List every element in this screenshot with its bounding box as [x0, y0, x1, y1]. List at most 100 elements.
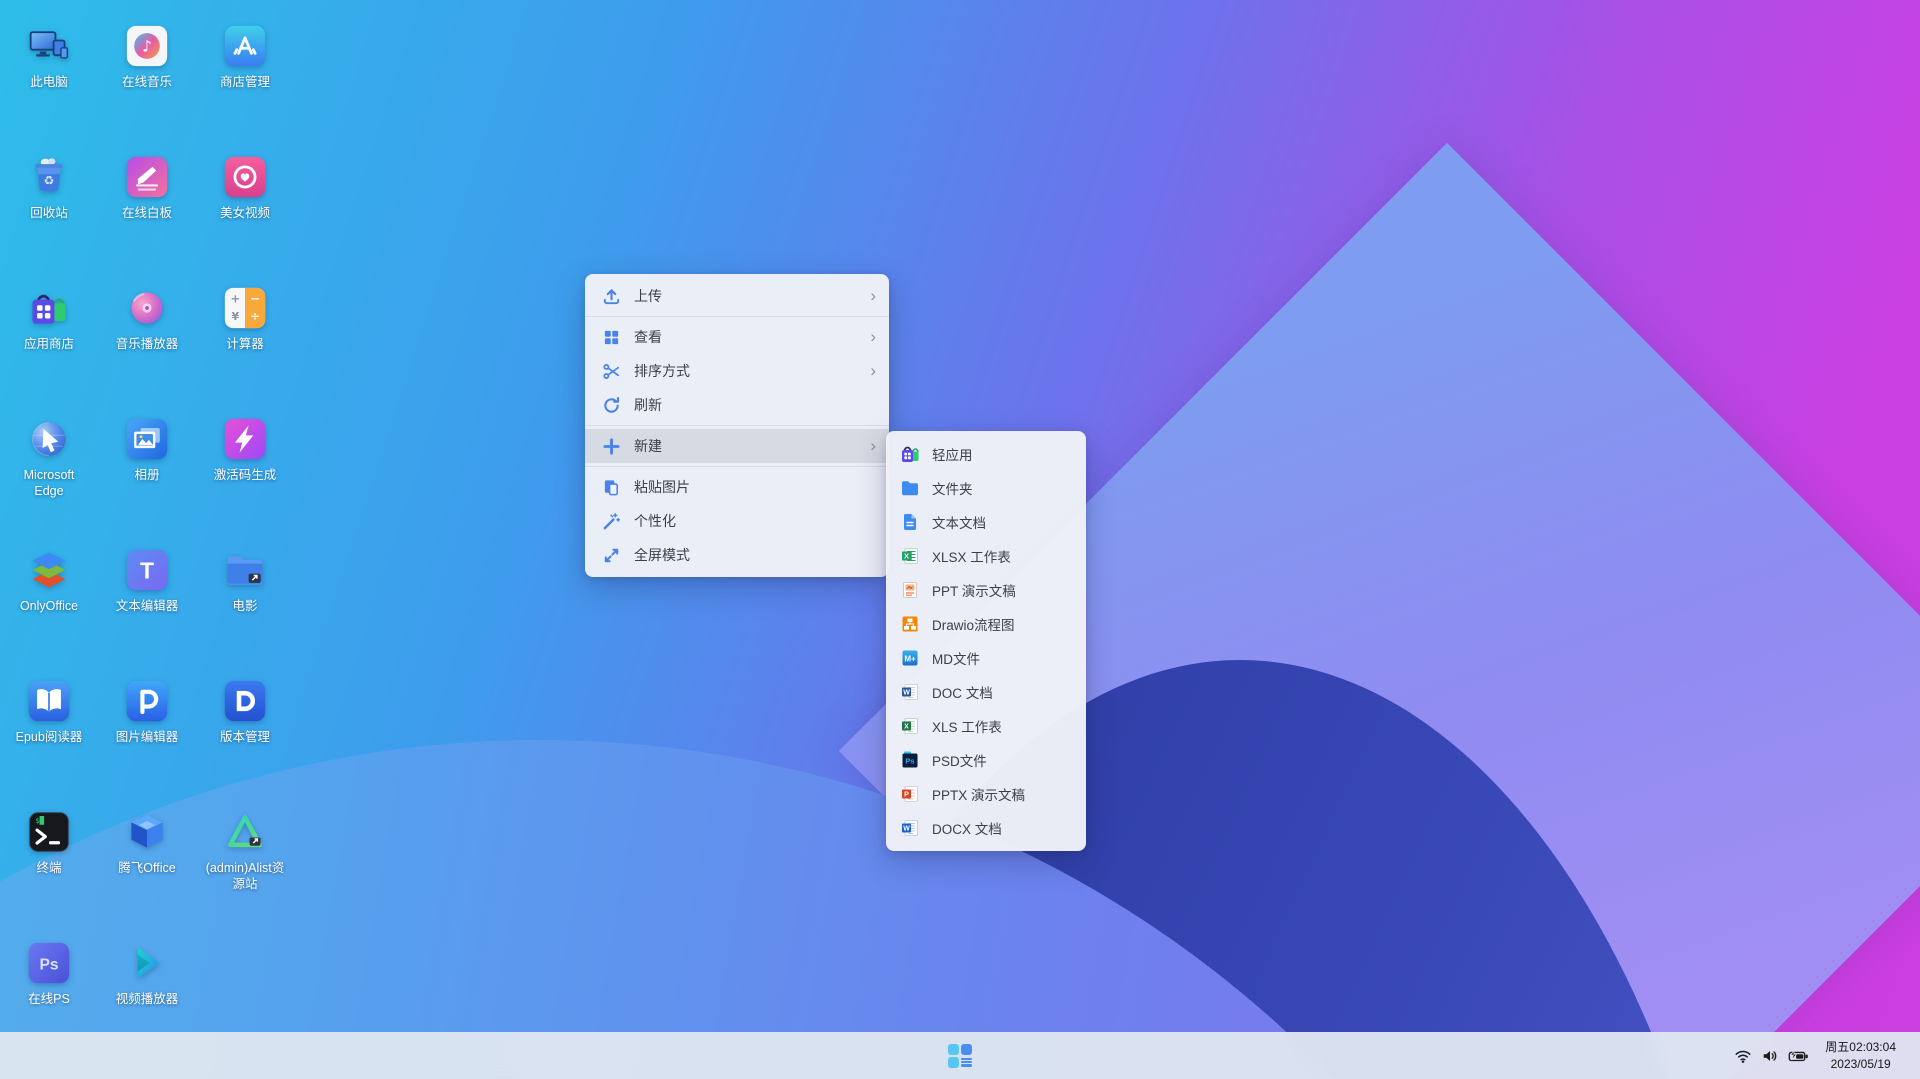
photos-icon — [125, 417, 169, 461]
context-menu-item-label: 查看 — [634, 329, 662, 345]
desktop-icon-label: 文本编辑器 — [115, 599, 179, 613]
battery-charging-icon-battery-charging[interactable] — [1788, 1047, 1810, 1065]
personalize-icon — [602, 512, 621, 531]
submenu-item-label: Drawio流程图 — [932, 618, 1015, 633]
start-button[interactable] — [942, 1038, 978, 1074]
desktop-icon-app-store[interactable]: 应用商店 — [0, 276, 98, 407]
docx-icon: W — [900, 818, 920, 838]
submenu-item-psd[interactable]: Ps PSD文件 — [886, 743, 1086, 777]
desktop-icon-label: 应用商店 — [23, 337, 74, 351]
desktop-icon-whiteboard[interactable]: 在线白板 — [98, 145, 196, 276]
context-menu-item-new-plus[interactable]: 新建 › — [585, 429, 889, 463]
desktop-icon-label: Microsoft Edge — [23, 468, 75, 498]
submenu-item-pptx[interactable]: P PPTX 演示文稿 — [886, 777, 1086, 811]
chevron-right-icon: › — [870, 326, 876, 346]
desktop-icon-keygen[interactable]: 激活码生成 — [196, 407, 294, 538]
desktop-icon-recycle-bin[interactable]: ♻ 回收站 — [0, 145, 98, 276]
desktop-icon-online-music[interactable]: ♪ 在线音乐 — [98, 14, 196, 145]
desktop-icon-label: 回收站 — [30, 206, 68, 220]
svg-text:♪: ♪ — [142, 38, 152, 56]
context-menu-item-label: 全屏模式 — [634, 547, 690, 563]
clock-date: 2023/05/19 — [1830, 1056, 1891, 1071]
svg-text:$█: $█ — [35, 816, 44, 825]
app-store-icon — [27, 286, 71, 330]
desktop-icon-alist[interactable]: (admin)Alist资源站 — [196, 800, 294, 931]
chevron-right-icon: › — [870, 285, 876, 305]
submenu-item-xlsx[interactable]: X XLSX 工作表 — [886, 539, 1086, 573]
desktop-icon-label: (admin)Alist资源站 — [205, 861, 285, 891]
submenu-item-doc[interactable]: W DOC 文档 — [886, 675, 1086, 709]
menu-separator — [585, 316, 889, 317]
submenu-item-label: PPT 演示文稿 — [932, 584, 1016, 599]
context-menu-item-upload[interactable]: 上传 › — [585, 279, 889, 313]
svg-text:Ps: Ps — [39, 956, 58, 973]
wifi-icon-wifi[interactable] — [1734, 1047, 1752, 1065]
desktop-icon-tengfei-office[interactable]: 腾飞Office — [98, 800, 196, 931]
text-doc-icon — [900, 512, 920, 532]
svg-text:M+: M+ — [904, 654, 916, 663]
desktop-icon-label: 激活码生成 — [213, 468, 277, 482]
submenu-item-folder[interactable]: 文件夹 — [886, 471, 1086, 505]
context-menu-item-sort[interactable]: 排序方式 › — [585, 354, 889, 388]
submenu-item-docx[interactable]: W DOCX 文档 — [886, 811, 1086, 845]
system-tray: 周五02:03:04 2023/05/19 — [1734, 1032, 1896, 1079]
desktop-icon-label: 相册 — [134, 468, 160, 482]
desktop-icon-music-player[interactable]: 音乐播放器 — [98, 276, 196, 407]
submenu-item-md[interactable]: M+ MD文件 — [886, 641, 1086, 675]
context-menu-item-refresh[interactable]: 刷新 › — [585, 388, 889, 422]
svg-text:P: P — [904, 792, 909, 799]
context-menu-item-personalize[interactable]: 个性化 › — [585, 504, 889, 538]
text-editor-icon: T — [125, 548, 169, 592]
chevron-right-icon: › — [870, 435, 876, 455]
desktop-icon-text-editor[interactable]: T 文本编辑器 — [98, 538, 196, 669]
desktop-icon-store-manager[interactable]: 商店管理 — [196, 14, 294, 145]
desktop-icon-photos[interactable]: 相册 — [98, 407, 196, 538]
upload-icon — [602, 287, 621, 306]
desktop-icon-girl-video[interactable]: 美女视频 — [196, 145, 294, 276]
desktop-icon-image-editor[interactable]: 图片编辑器 — [98, 669, 196, 800]
calculator-icon: + ¥ − ÷ — [223, 286, 267, 330]
desktop-icon-label: 视频播放器 — [115, 992, 179, 1006]
desktop-icon-terminal[interactable]: $█ 终端 — [0, 800, 98, 931]
keygen-icon — [223, 417, 267, 461]
psd-icon: Ps — [900, 750, 920, 770]
context-menu-item-fullscreen[interactable]: 全屏模式 › — [585, 538, 889, 572]
submenu-item-drawio[interactable]: Drawio流程图 — [886, 607, 1086, 641]
submenu-item-text-doc[interactable]: 文本文档 — [886, 505, 1086, 539]
desktop-icon-calculator[interactable]: + ¥ − ÷ 计算器 — [196, 276, 294, 407]
desktop-icon-onlyoffice[interactable]: OnlyOffice — [0, 538, 98, 669]
onlyoffice-icon — [27, 548, 71, 592]
epub-reader-icon — [27, 679, 71, 723]
desktop-icon-label: Epub阅读器 — [15, 730, 83, 744]
desktop-icon-epub-reader[interactable]: Epub阅读器 — [0, 669, 98, 800]
desktop-icon-this-pc[interactable]: 此电脑 — [0, 14, 98, 145]
new-plus-icon — [602, 437, 621, 456]
svg-text:−: − — [250, 292, 260, 306]
desktop-icon-label: 电影 — [232, 599, 258, 613]
submenu-item-xls[interactable]: X XLS 工作表 — [886, 709, 1086, 743]
context-menu-item-view-grid[interactable]: 查看 › — [585, 320, 889, 354]
desktop-icon-label: 图片编辑器 — [115, 730, 179, 744]
context-menu-item-label: 刷新 — [634, 397, 662, 413]
context-menu-item-paste-image[interactable]: 粘贴图片 › — [585, 470, 889, 504]
volume-icon-volume[interactable] — [1761, 1047, 1779, 1065]
submenu-item-ppt[interactable]: PPT 演示文稿 — [886, 573, 1086, 607]
desktop-icon-movies[interactable]: 电影 — [196, 538, 294, 669]
taskbar: 周五02:03:04 2023/05/19 — [0, 1032, 1920, 1079]
desktop-icon-edge[interactable]: Microsoft Edge — [0, 407, 98, 538]
terminal-icon: $█ — [27, 810, 71, 854]
svg-text:+: + — [230, 292, 240, 306]
submenu-item-label: 文本文档 — [932, 516, 986, 531]
desktop-icon-version-manager[interactable]: 版本管理 — [196, 669, 294, 800]
svg-text:¥: ¥ — [232, 310, 240, 323]
menu-separator — [585, 425, 889, 426]
video-player-icon — [125, 941, 169, 985]
submenu-item-label: XLSX 工作表 — [932, 550, 1011, 565]
context-menu-item-label: 粘贴图片 — [634, 479, 690, 495]
svg-text:W: W — [903, 690, 910, 697]
store-manager-icon — [223, 24, 267, 68]
taskbar-clock[interactable]: 周五02:03:04 2023/05/19 — [1825, 1039, 1896, 1071]
submenu-item-light-app[interactable]: 轻应用 — [886, 437, 1086, 471]
submenu-item-label: DOC 文档 — [932, 686, 993, 701]
context-menu-item-label: 新建 — [634, 438, 662, 454]
